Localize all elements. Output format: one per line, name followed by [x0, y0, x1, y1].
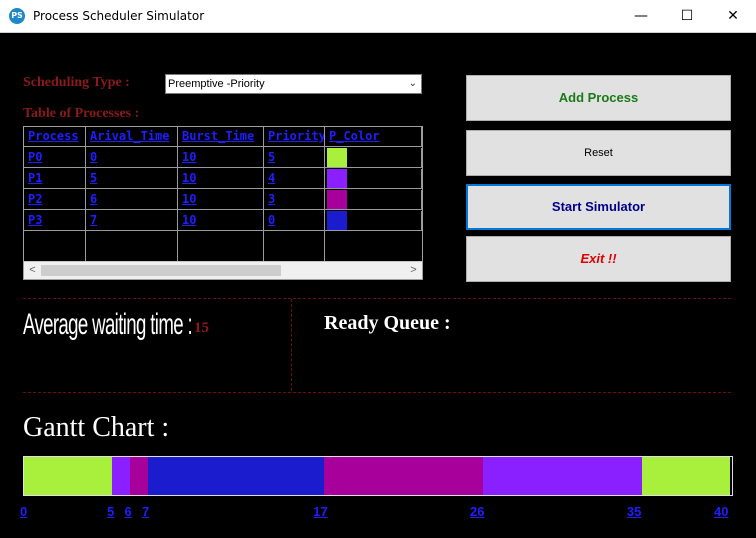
process-table[interactable]: Process Arival_Time Burst_Time Priority P_Co…	[23, 126, 423, 280]
table-cell-color[interactable]	[325, 190, 422, 210]
column-header[interactable]: Priority	[264, 127, 325, 147]
process-color-swatch	[327, 190, 347, 209]
gantt-segment	[24, 457, 113, 495]
column-divider	[263, 127, 264, 261]
gantt-time-tick[interactable]: 6	[125, 504, 132, 519]
add-process-button[interactable]: Add Process	[466, 75, 731, 121]
table-of-processes-label: Table of Processes :	[23, 106, 140, 121]
column-header[interactable]: Burst_Time	[178, 127, 264, 147]
table-cell-arrival[interactable]: 0	[86, 148, 178, 168]
table-cell-priority[interactable]: 5	[264, 148, 325, 168]
column-header[interactable]: Process	[24, 127, 86, 147]
table-cell-process[interactable]: P2	[24, 190, 86, 210]
table-cell-burst[interactable]: 10	[178, 190, 264, 210]
column-divider	[324, 127, 325, 261]
gantt-time-tick[interactable]: 40	[714, 504, 728, 519]
divider-top	[23, 298, 731, 299]
app-icon: PS	[9, 8, 25, 24]
gantt-time-tick[interactable]: 17	[313, 504, 327, 519]
column-divider	[177, 127, 178, 261]
scroll-left-icon[interactable]: <	[24, 262, 41, 279]
gantt-segment	[147, 457, 325, 495]
ready-queue-label: Ready Queue :	[324, 312, 451, 334]
gantt-segment	[112, 457, 130, 495]
start-simulator-button[interactable]: Start Simulator	[466, 184, 731, 230]
scroll-right-icon[interactable]: >	[405, 262, 422, 279]
process-color-swatch	[327, 148, 347, 167]
table-cell-priority[interactable]: 3	[264, 190, 325, 210]
table-cell-color[interactable]	[325, 169, 422, 189]
gantt-time-tick[interactable]: 0	[20, 504, 27, 519]
column-header[interactable]: Arival_Time	[86, 127, 178, 147]
gantt-time-tick[interactable]: 7	[142, 504, 149, 519]
scheduling-type-select[interactable]: Preemptive -Priority ⌄	[165, 74, 422, 94]
maximize-button[interactable]: ☐	[664, 0, 710, 32]
gantt-segment	[641, 457, 730, 495]
exit-button[interactable]: Exit !!	[466, 236, 731, 282]
table-cell-arrival[interactable]: 6	[86, 190, 178, 210]
chevron-down-icon[interactable]: ⌄	[409, 75, 417, 93]
average-waiting-time-value: 15	[194, 320, 209, 336]
table-cell-priority[interactable]: 0	[264, 211, 325, 231]
table-cell-arrival[interactable]: 5	[86, 169, 178, 189]
table-cell-color[interactable]	[325, 148, 422, 168]
table-cell-process[interactable]: P1	[24, 169, 86, 189]
close-button[interactable]: ✕	[710, 0, 756, 32]
table-cell-burst[interactable]: 10	[178, 148, 264, 168]
reset-button[interactable]: Reset	[466, 130, 731, 176]
process-color-swatch	[327, 169, 347, 188]
title-bar: PS Process Scheduler Simulator — ☐ ✕	[0, 0, 756, 33]
scheduling-type-value: Preemptive -Priority	[168, 78, 265, 90]
gantt-time-tick[interactable]: 5	[107, 504, 114, 519]
gantt-segment	[129, 457, 148, 495]
table-cell-burst[interactable]: 10	[178, 211, 264, 231]
column-divider	[85, 127, 86, 261]
gantt-time-tick[interactable]: 26	[470, 504, 484, 519]
divider-bottom	[23, 392, 731, 393]
gantt-segment	[482, 457, 642, 495]
table-cell-process[interactable]: P3	[24, 211, 86, 231]
process-color-swatch	[327, 211, 347, 230]
table-cell-priority[interactable]: 4	[264, 169, 325, 189]
divider-vertical	[291, 299, 292, 391]
horizontal-scrollbar[interactable]: < >	[24, 261, 422, 279]
column-header[interactable]: P_Color	[325, 127, 422, 147]
average-waiting-time-label: Average waiting time :	[23, 308, 193, 341]
table-cell-process[interactable]: P0	[24, 148, 86, 168]
window-title: Process Scheduler Simulator	[33, 9, 205, 23]
table-cell-burst[interactable]: 10	[178, 169, 264, 189]
gantt-segment	[324, 457, 483, 495]
gantt-chart	[23, 456, 733, 496]
gantt-time-tick[interactable]: 35	[627, 504, 641, 519]
scheduling-type-label: Scheduling Type :	[23, 75, 130, 90]
table-cell-arrival[interactable]: 7	[86, 211, 178, 231]
table-cell-color[interactable]	[325, 211, 422, 231]
scrollbar-thumb[interactable]	[41, 265, 281, 276]
gantt-chart-label: Gantt Chart :	[23, 412, 170, 443]
minimize-button[interactable]: —	[618, 0, 664, 32]
